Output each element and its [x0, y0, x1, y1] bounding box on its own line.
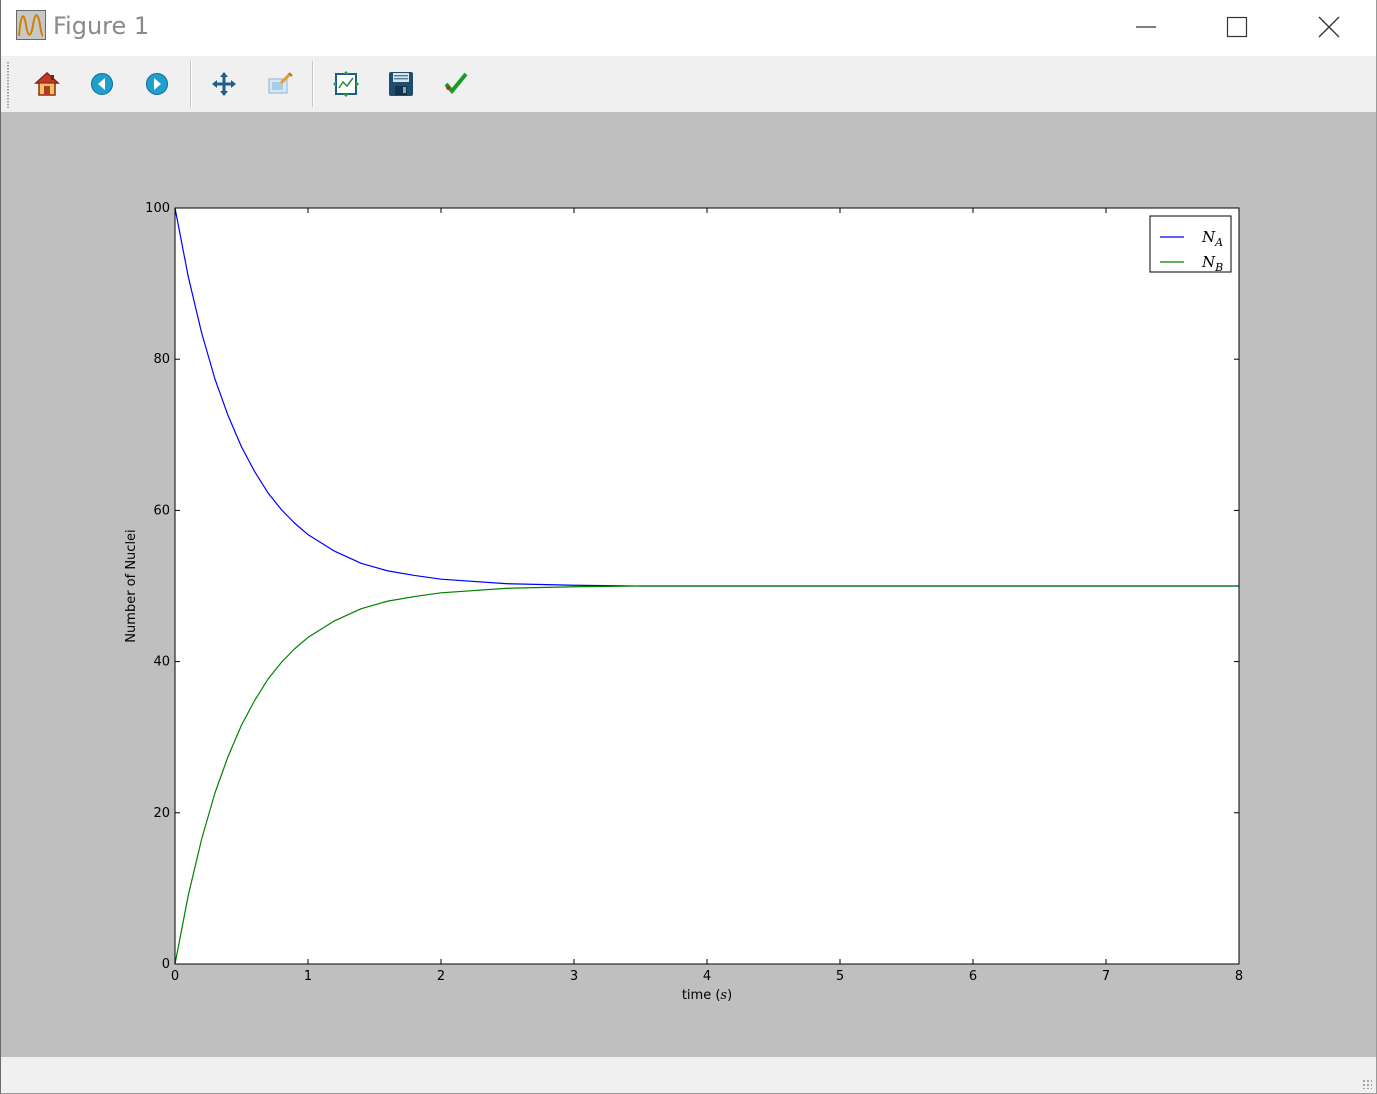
matplotlib-app-icon	[16, 10, 46, 40]
x-tick-label: 4	[703, 969, 711, 984]
maximize-button[interactable]	[1191, 0, 1283, 54]
home-icon	[34, 71, 60, 96]
toolbar-separator	[312, 61, 314, 107]
back-button[interactable]	[84, 67, 120, 101]
window-title: Figure 1	[53, 12, 150, 40]
x-tick-label: 1	[304, 969, 312, 984]
line-chart: 0 1 2 3 4 5 6 7 8020406080100 time (s) Number of…	[124, 201, 1243, 1003]
x-tick-label: 5	[836, 969, 844, 984]
move-arrows-icon	[212, 72, 236, 96]
resize-grip[interactable]	[1362, 1079, 1372, 1089]
y-tick-label: 60	[153, 503, 170, 518]
x-tick-label: 3	[570, 969, 578, 984]
floppy-disk-icon	[389, 72, 413, 96]
minimize-icon	[1136, 26, 1156, 28]
edit-axis-button[interactable]	[438, 67, 474, 101]
y-axis-label: Number of Nuclei	[124, 529, 139, 642]
x-axis-label: time (s)	[682, 988, 732, 1003]
pan-button[interactable]	[206, 67, 242, 101]
arrow-right-icon	[146, 73, 168, 95]
status-bar	[1, 1057, 1376, 1093]
subplots-button[interactable]	[328, 67, 364, 101]
close-icon	[1318, 16, 1340, 38]
forward-button[interactable]	[139, 67, 175, 101]
y-tick-label: 100	[145, 201, 170, 216]
x-tick-label: 0	[171, 969, 179, 984]
legend: NANB	[1149, 215, 1232, 274]
y-tick-label: 0	[162, 957, 170, 972]
x-tick-label: 8	[1235, 969, 1243, 984]
x-tick-label: 7	[1102, 969, 1110, 984]
figure-canvas[interactable]: 0 1 2 3 4 5 6 7 8 0 20 40 60 80 100 time (s) Number of…	[1, 112, 1376, 1057]
x-tick-label: 2	[437, 969, 445, 984]
minimize-button[interactable]	[1100, 0, 1192, 54]
save-button[interactable]	[383, 67, 419, 101]
y-tick-label: 80	[153, 352, 170, 367]
toolbar-separator	[190, 61, 192, 107]
toolbar-grip[interactable]	[7, 62, 9, 108]
home-button[interactable]	[29, 67, 65, 101]
arrow-left-icon	[91, 73, 113, 95]
checkmark-icon	[444, 72, 468, 95]
x-tick-label: 6	[969, 969, 977, 984]
y-tick-label: 20	[153, 806, 170, 821]
subplots-icon	[333, 71, 359, 97]
maximize-icon	[1226, 16, 1248, 38]
zoom-button[interactable]	[262, 67, 298, 101]
zoom-rect-icon	[268, 72, 293, 94]
y-tick-label: 40	[153, 655, 170, 670]
figure-window: Figure 1 0 1 2 3 4 5 6 7 8 0 20 40 60 80…	[0, 0, 1377, 1094]
navigation-toolbar	[1, 56, 1376, 112]
title-bar[interactable]: Figure 1	[1, 0, 1376, 54]
close-button[interactable]	[1283, 0, 1375, 54]
